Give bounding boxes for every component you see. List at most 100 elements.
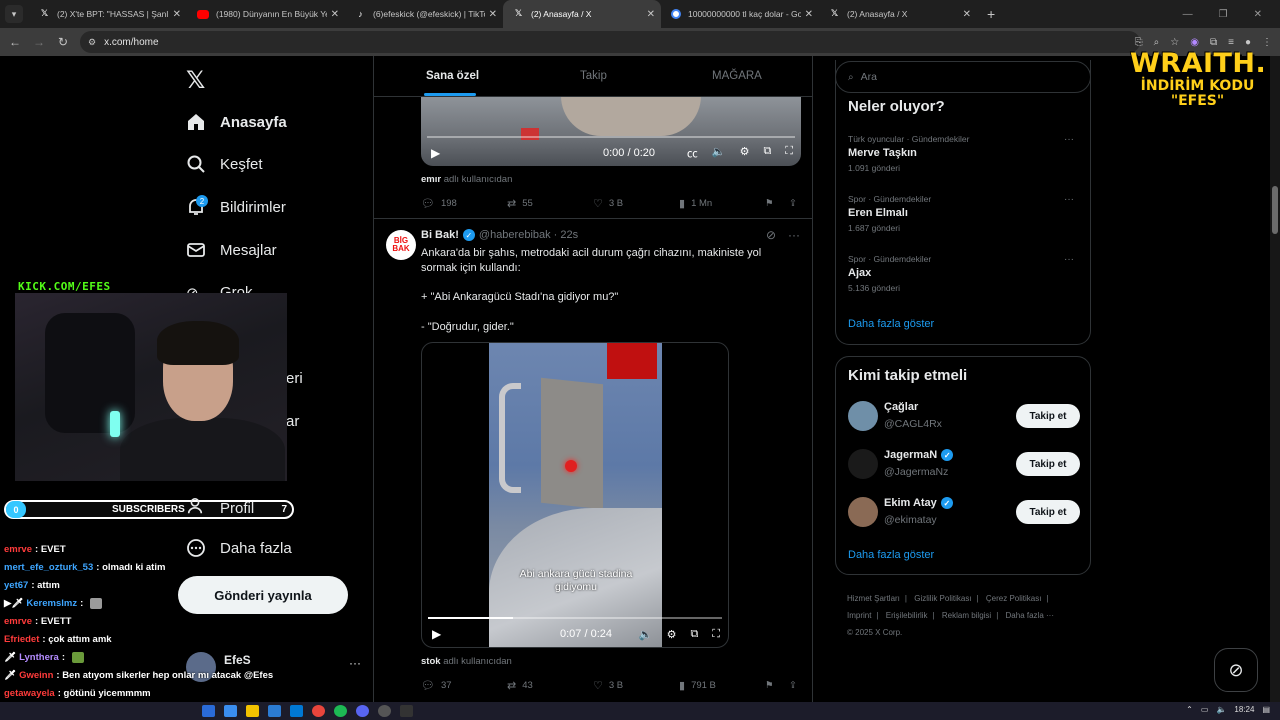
repost-button[interactable]: ⇄ 55 xyxy=(507,197,533,210)
chat-username[interactable]: getawayela xyxy=(4,688,55,699)
browser-tab[interactable]: 10000000000 tl kaç dolar - Goo ✕ xyxy=(661,0,819,28)
footer-link[interactable]: Hizmet Şartları xyxy=(847,594,900,603)
page-scrollbar[interactable] xyxy=(1270,56,1280,702)
more-icon[interactable]: ··· xyxy=(349,656,361,670)
forward-icon[interactable]: → xyxy=(27,35,51,49)
views-button[interactable]: ▮ 1 Mn xyxy=(679,197,712,210)
install-icon[interactable]: ⎘ xyxy=(1135,37,1143,48)
extension-icon[interactable]: ◉ xyxy=(1190,37,1199,48)
browser-tab[interactable]: 𝕏 (2) X'te BPT: "HASSAS | Şanlıurfa ✕ xyxy=(29,0,187,28)
follow-suggestion[interactable]: Çağlar @CAGL4Rx Takip et xyxy=(848,399,1080,433)
follow-suggestion[interactable]: Ekim Atay ✓ @ekimatay Takip et xyxy=(848,495,1080,529)
follow-button[interactable]: Takip et xyxy=(1016,452,1080,476)
views-button[interactable]: ▮ 791 B xyxy=(679,679,716,692)
trend-item[interactable]: Spor · Gündemdekiler Ajax 5.136 gönderi … xyxy=(848,254,1080,293)
chevron-up-icon[interactable]: ⌃ xyxy=(1186,705,1193,714)
chat-username[interactable]: Gweinn xyxy=(19,670,53,681)
close-icon[interactable]: ✕ xyxy=(647,9,655,20)
volume-icon[interactable]: 🔈 xyxy=(639,628,653,641)
nav-notifications[interactable]: 2 Bildirimler xyxy=(186,193,286,221)
play-icon[interactable]: ▶ xyxy=(432,627,441,641)
footer-link[interactable]: Erişilebilirlik xyxy=(886,611,928,620)
repost-button[interactable]: ⇄ 43 xyxy=(507,679,533,692)
close-icon[interactable]: ✕ xyxy=(173,9,181,20)
app-icon[interactable] xyxy=(268,705,281,717)
chat-username[interactable]: mert_efe_ozturk_53 xyxy=(4,562,93,573)
tab-community[interactable]: MAĞARA xyxy=(712,70,762,82)
video-progress-track[interactable] xyxy=(428,617,722,619)
grok-floating-button[interactable]: ⊘ xyxy=(1214,648,1258,692)
more-icon[interactable]: ··· xyxy=(1064,134,1074,145)
scrollbar-thumb[interactable] xyxy=(1272,186,1278,234)
new-tab-button[interactable]: + xyxy=(987,6,995,22)
video-progress-track[interactable] xyxy=(427,136,795,138)
browser-tab[interactable]: (1980) Dünyanın En Büyük Yera ✕ xyxy=(187,0,345,28)
close-icon[interactable]: ✕ xyxy=(805,9,813,20)
chat-username[interactable]: Lynthera xyxy=(19,652,59,663)
tab-for-you[interactable]: Sana özel xyxy=(426,70,479,82)
credit-user[interactable]: emır xyxy=(421,174,441,185)
post-handle[interactable]: @haberebibak xyxy=(479,229,551,241)
follow-suggestion[interactable]: JagermaN ✓ @JagermaNz Takip et xyxy=(848,447,1080,481)
extensions-puzzle-icon[interactable]: ⧉ xyxy=(1210,37,1217,48)
trend-item[interactable]: Türk oyuncular · Gündemdekiler Merve Taş… xyxy=(848,134,1080,173)
browser-tab[interactable]: ♪ (6)efeskick (@efeskick) | TikTok ✕ xyxy=(345,0,503,28)
footer-link[interactable]: Imprint xyxy=(847,611,871,620)
footer-link[interactable]: Gizlilik Politikası xyxy=(914,594,971,603)
show-more-suggestions[interactable]: Daha fazla göster xyxy=(848,549,934,561)
chrome-icon[interactable] xyxy=(312,705,325,717)
captions-icon[interactable]: ㏄ xyxy=(687,145,698,161)
pip-icon[interactable]: ⧉ xyxy=(690,628,698,641)
credit-user[interactable]: stok xyxy=(421,656,441,667)
nav-home[interactable]: Anasayfa xyxy=(186,108,287,136)
follow-button[interactable]: Takip et xyxy=(1016,404,1080,428)
more-icon[interactable]: ··· xyxy=(1064,254,1074,265)
chat-username[interactable]: Keremslmz xyxy=(26,598,77,609)
settings-icon[interactable]: ⚙ xyxy=(740,145,750,161)
reading-list-icon[interactable]: ≡ xyxy=(1228,37,1234,48)
network-icon[interactable]: ▭ xyxy=(1201,705,1209,714)
chat-username[interactable]: Efriedet xyxy=(4,634,39,645)
reply-button[interactable]: 💬︎ 37 xyxy=(421,679,452,692)
zoom-icon[interactable]: ⌕ xyxy=(1154,37,1160,48)
fullscreen-icon[interactable]: ⛶ xyxy=(785,145,793,161)
fullscreen-icon[interactable]: ⛶ xyxy=(712,628,720,641)
pip-icon[interactable]: ⧉ xyxy=(763,145,771,161)
x-logo[interactable]: 𝕏 xyxy=(186,66,205,94)
reload-icon[interactable]: ↻ xyxy=(51,35,75,49)
minimize-icon[interactable]: — xyxy=(1183,9,1193,20)
app-icon[interactable] xyxy=(378,705,391,717)
reply-button[interactable]: 💬︎ 198 xyxy=(421,197,457,210)
browser-menu-icon[interactable]: ⋮ xyxy=(1262,37,1272,48)
discord-icon[interactable] xyxy=(356,705,369,717)
close-icon[interactable]: ✕ xyxy=(331,9,339,20)
app-icon[interactable] xyxy=(290,705,303,717)
volume-icon[interactable]: 🔈 xyxy=(1216,705,1226,714)
grok-icon[interactable]: ⊘ xyxy=(766,228,776,242)
site-info-icon[interactable]: ⚙ xyxy=(88,37,96,48)
clock[interactable]: 18:24 xyxy=(1234,705,1254,714)
app-icon[interactable] xyxy=(202,705,215,717)
settings-icon[interactable]: ⚙ xyxy=(667,628,677,641)
back-icon[interactable]: ← xyxy=(3,35,27,49)
close-icon[interactable]: ✕ xyxy=(963,9,971,20)
more-icon[interactable]: ··· xyxy=(788,228,800,242)
app-icon[interactable] xyxy=(400,705,413,717)
close-icon[interactable]: ✕ xyxy=(489,9,497,20)
browser-tab-active[interactable]: 𝕏 (2) Anasayfa / X ✕ xyxy=(503,0,661,28)
notifications-icon[interactable]: ▤ xyxy=(1262,705,1270,714)
post-author[interactable]: Bi Bak! xyxy=(421,229,459,241)
spotify-icon[interactable] xyxy=(334,705,347,717)
post-video[interactable]: Abi ankara gücü stadina gidiyomu ▶ 0:07 … xyxy=(421,342,729,648)
chat-username[interactable]: emrve xyxy=(4,616,32,627)
post-video[interactable]: ▶ 0:00 / 0:20 ㏄ 🔈 ⚙ ⧉ ⛶ xyxy=(421,96,801,166)
chat-username[interactable]: emrve xyxy=(4,544,32,555)
close-window-icon[interactable]: ✕ xyxy=(1254,9,1262,20)
show-more-trends[interactable]: Daha fazla göster xyxy=(848,318,934,330)
folder-icon[interactable] xyxy=(246,705,259,717)
like-button[interactable]: ♡ 3 B xyxy=(593,679,623,692)
browser-tab[interactable]: 𝕏 (2) Anasayfa / X ✕ xyxy=(819,0,977,28)
bookmark-icon[interactable]: ⚑ xyxy=(765,680,774,691)
tab-search-button[interactable]: ▾ xyxy=(5,5,23,23)
profile-icon[interactable]: ● xyxy=(1245,37,1251,48)
